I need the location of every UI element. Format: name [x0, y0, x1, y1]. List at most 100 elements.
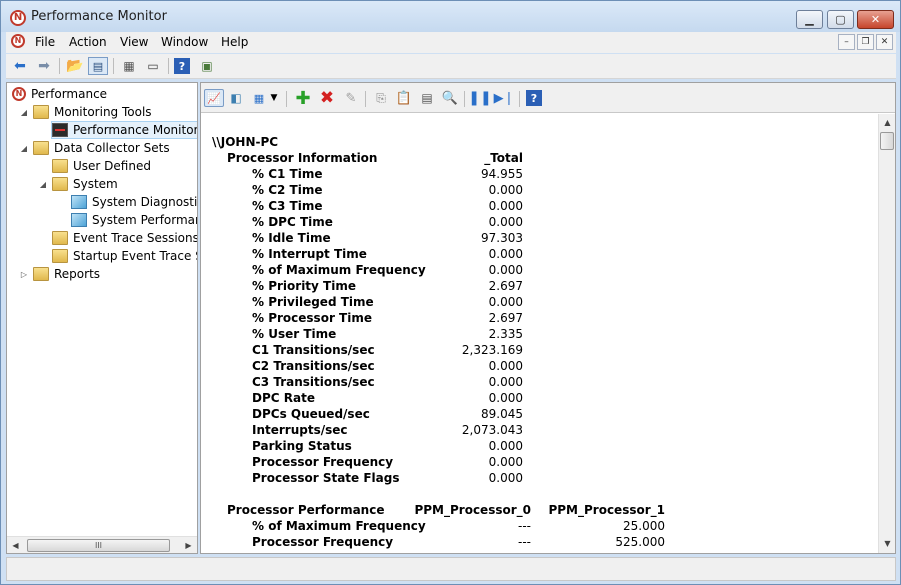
toolbar-separator	[519, 91, 520, 107]
view-log-data-icon[interactable]: ◧	[226, 89, 246, 107]
minimize-button[interactable]: ▁	[796, 10, 823, 29]
counter-label: % of Maximum Frequency	[252, 263, 426, 277]
scroll-left-icon[interactable]: ◀	[8, 538, 23, 553]
highlight-icon[interactable]: ✎	[341, 89, 361, 107]
user-folder-icon	[52, 159, 68, 173]
print-icon[interactable]: ▭	[143, 57, 163, 75]
forward-arrow-icon[interactable]: ➡	[34, 57, 54, 75]
change-graph-type-icon[interactable]: ▦	[249, 89, 269, 107]
action-pane-icon[interactable]: ▣	[197, 57, 217, 75]
counter-value: 0.000	[488, 439, 523, 453]
counter-label: % DPC Time	[252, 215, 333, 229]
status-bar	[6, 557, 896, 581]
toolbar-separator	[286, 91, 287, 107]
delete-counter-icon[interactable]: ✖	[317, 88, 337, 108]
tree-item-performance-monitor[interactable]: Performance Monitor	[51, 121, 197, 139]
scroll-up-icon[interactable]: ▲	[880, 115, 895, 130]
menu-action[interactable]: Action	[69, 35, 107, 49]
counter-value: ---	[518, 519, 531, 533]
performance-monitor-app-icon[interactable]: N	[10, 10, 26, 26]
counter-value: 0.000	[488, 455, 523, 469]
title-bar: N Performance Monitor ▁ ▢ ✕	[1, 1, 900, 32]
tree-item-reports[interactable]: ▷ Reports	[19, 265, 100, 283]
performance-monitor-pane: 📈 ◧ ▦ ▼ ✚ ✖ ✎ ⎘ 📋 ▤ 🔍 ❚❚ ▶❘ ? \\JOHN-PC …	[200, 82, 896, 554]
tree-item-performance[interactable]: N Performance	[12, 85, 107, 103]
tree-item-data-collector-sets[interactable]: ◢ Data Collector Sets	[19, 139, 170, 157]
counter-label: C3 Transitions/sec	[252, 375, 375, 389]
counter-label: Interrupts/sec	[252, 423, 348, 437]
collapse-arrow-icon[interactable]: ◢	[38, 180, 48, 189]
menu-window[interactable]: Window	[161, 35, 208, 49]
scroll-thumb[interactable]	[880, 132, 894, 150]
zoom-icon[interactable]: 🔍	[440, 89, 460, 107]
report-host: \\JOHN-PC	[212, 135, 279, 149]
menu-bar: N File Action View Window Help – ❐ ✕	[6, 32, 896, 53]
counter-value: 25.000	[623, 519, 665, 533]
close-button[interactable]: ✕	[857, 10, 894, 29]
graph-type-dropdown-icon[interactable]: ▼	[269, 89, 279, 107]
up-folder-icon[interactable]: 📂	[65, 57, 85, 75]
tree-item-user-defined[interactable]: User Defined	[52, 157, 151, 175]
tree-item-monitoring-tools[interactable]: ◢ Monitoring Tools	[19, 103, 152, 121]
menu-view[interactable]: View	[120, 35, 148, 49]
show-hide-console-tree-icon[interactable]: ▤	[88, 57, 108, 75]
maximize-button[interactable]: ▢	[827, 10, 854, 29]
counter-value: 0.000	[488, 183, 523, 197]
report-vertical-scrollbar[interactable]: ▲ ▼	[878, 114, 895, 553]
update-data-icon[interactable]: ▶❘	[494, 89, 515, 107]
tree-item-event-trace-sessions[interactable]: Event Trace Sessions	[52, 229, 197, 247]
counter-label: % C3 Time	[252, 199, 323, 213]
counter-value: 2,323.169	[461, 343, 523, 357]
tree-item-label: User Defined	[73, 159, 151, 173]
trace-folder-icon	[52, 231, 68, 245]
menu-file[interactable]: File	[35, 35, 55, 49]
counter-label: Processor State Flags	[252, 471, 400, 485]
counter-value: 0.000	[488, 391, 523, 405]
add-counter-icon[interactable]: ✚	[293, 88, 313, 109]
counter-label: DPC Rate	[252, 391, 315, 405]
scroll-down-icon[interactable]: ▼	[880, 536, 895, 551]
counter-label: % C1 Time	[252, 167, 323, 181]
paste-counter-list-icon[interactable]: 📋	[394, 89, 414, 107]
tree-item-label: System	[73, 177, 118, 191]
counter-value: 2,073.043	[461, 423, 523, 437]
counter-label: DPCs Queued/sec	[252, 407, 370, 421]
properties-icon[interactable]: ▤	[417, 89, 437, 107]
back-arrow-icon[interactable]: ⬅	[10, 57, 30, 75]
menu-help[interactable]: Help	[221, 35, 248, 49]
counter-label: % Interrupt Time	[252, 247, 367, 261]
counter-value: 94.955	[481, 167, 523, 181]
tree-item-label: System Performanc	[92, 213, 198, 227]
tree-item-label: Startup Event Trace Ses	[73, 249, 197, 263]
tree-horizontal-scrollbar[interactable]: ◀ III ▶	[7, 536, 197, 553]
properties-icon[interactable]: ▦	[119, 57, 139, 75]
folder-icon	[33, 141, 49, 155]
toolbar-separator	[464, 91, 465, 107]
counter-label: Parking Status	[252, 439, 352, 453]
child-restore-button[interactable]: ❐	[857, 34, 874, 50]
child-minimize-button[interactable]: –	[838, 34, 855, 50]
counter-label: % Idle Time	[252, 231, 331, 245]
collapse-arrow-icon[interactable]: ◢	[19, 144, 29, 153]
tree-item-system[interactable]: ◢ System	[38, 175, 118, 193]
expand-arrow-icon[interactable]: ▷	[19, 270, 29, 279]
help-icon[interactable]: ?	[174, 58, 190, 74]
child-close-button[interactable]: ✕	[876, 34, 893, 50]
tree-item-system-diagnostics[interactable]: System Diagnostics	[71, 193, 197, 211]
freeze-display-icon[interactable]: ❚❚	[468, 89, 491, 107]
copy-properties-icon[interactable]: ⎘	[371, 89, 391, 107]
trace-folder-icon	[52, 249, 68, 263]
mmc-system-menu-icon[interactable]: N	[11, 34, 25, 48]
help-icon[interactable]: ?	[526, 90, 542, 106]
tree-item-startup-event-trace-sessions[interactable]: Startup Event Trace Ses	[52, 247, 197, 265]
counter-value: 2.335	[488, 327, 523, 341]
scroll-right-icon[interactable]: ▶	[181, 538, 196, 553]
collapse-arrow-icon[interactable]: ◢	[19, 108, 29, 117]
console-tree: N Performance ◢ Monitoring Tools Perform…	[6, 82, 198, 554]
folder-icon	[33, 105, 49, 119]
data-collector-set-icon	[71, 195, 87, 209]
scroll-thumb[interactable]: III	[27, 539, 170, 552]
column-header: _Total	[484, 151, 523, 165]
view-current-activity-icon[interactable]: 📈	[204, 89, 224, 107]
tree-item-system-performance[interactable]: System Performanc	[71, 211, 198, 229]
